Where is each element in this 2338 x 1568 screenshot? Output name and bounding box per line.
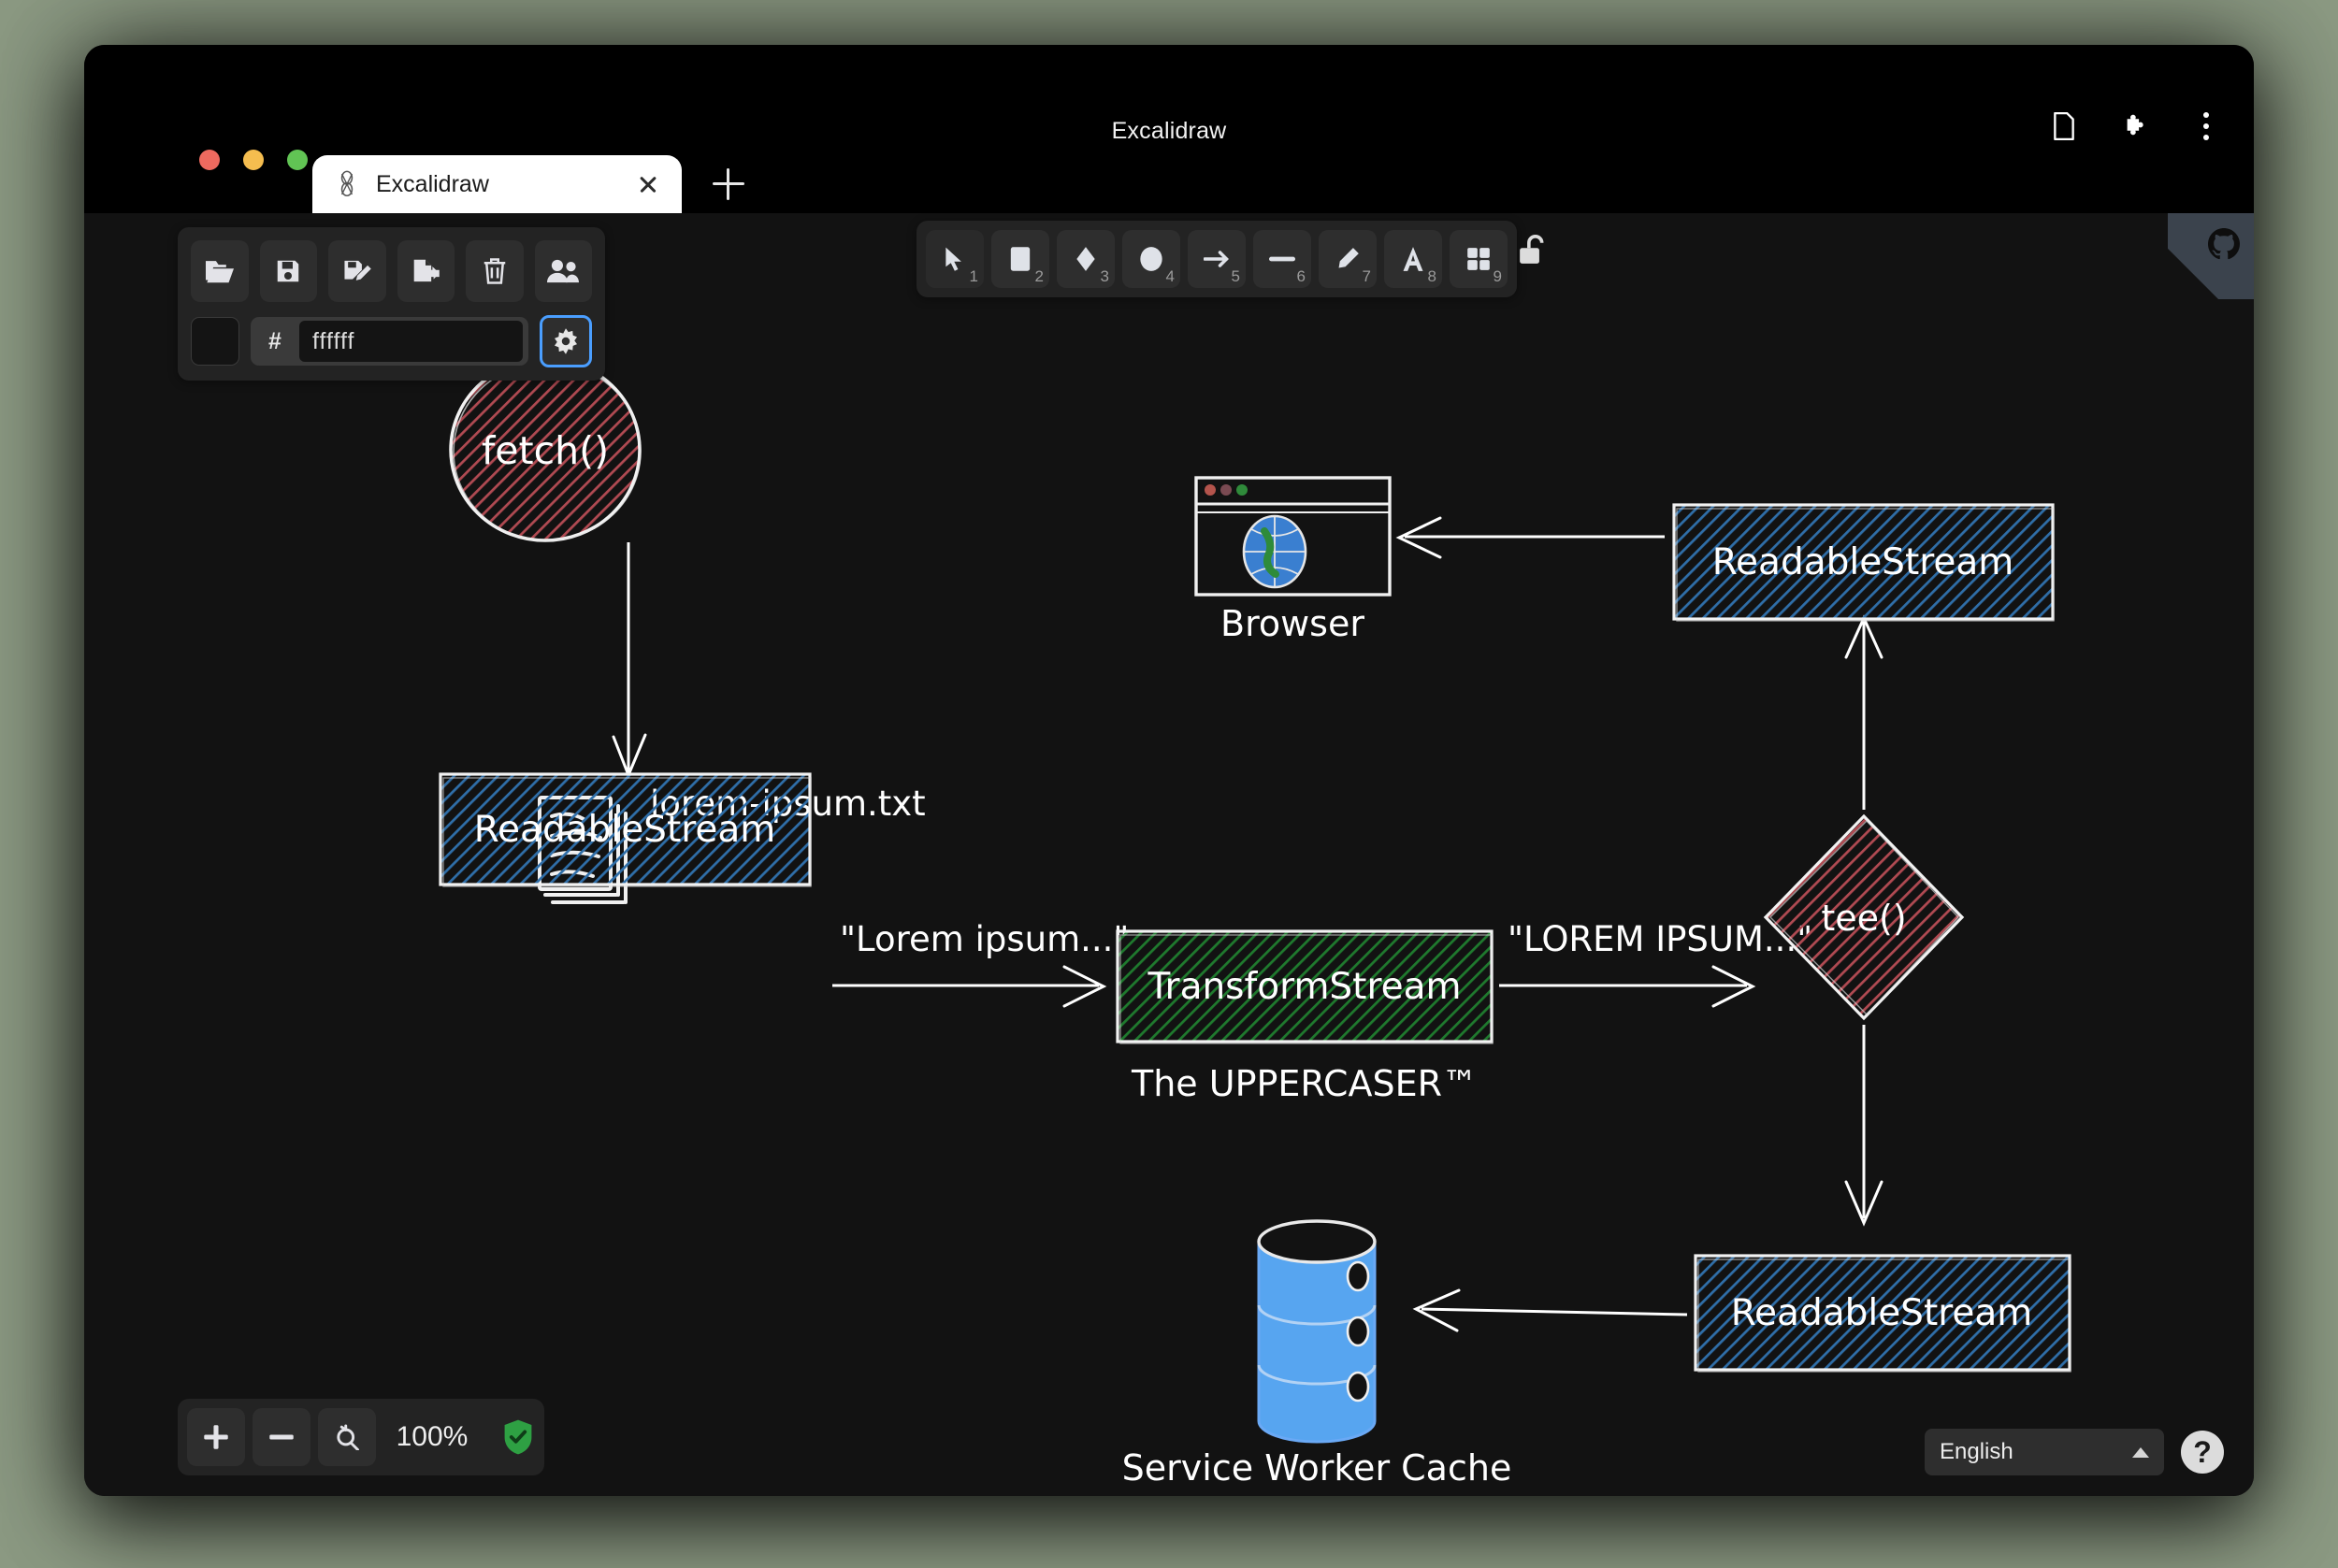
edge-rs-to-transform xyxy=(832,965,1107,1008)
node-label-tee: tee() xyxy=(1821,898,1906,939)
chevron-up-icon xyxy=(2132,1446,2149,1458)
tool-key-arrow: 5 xyxy=(1231,267,1240,285)
document-stack-icon xyxy=(538,796,628,904)
edge-fetch-to-readablestream xyxy=(612,542,647,780)
language-selector[interactable]: English xyxy=(1925,1429,2164,1475)
github-corner-ribbon[interactable] xyxy=(2168,213,2254,299)
tool-arrow[interactable]: 5 xyxy=(1188,230,1246,288)
caption-browser: Browser xyxy=(1220,603,1364,644)
window-titlebar: Excalidraw xyxy=(84,45,2254,170)
tool-key-rectangle: 2 xyxy=(1034,267,1044,285)
tool-text[interactable]: 8 xyxy=(1384,230,1442,288)
node-transformstream[interactable]: TransformStream xyxy=(1116,929,1494,1044)
reset-zoom-icon[interactable] xyxy=(318,1408,376,1466)
tool-key-draw: 7 xyxy=(1362,267,1371,285)
node-tee[interactable]: tee() xyxy=(1763,813,1965,1021)
tool-key-ellipse: 4 xyxy=(1165,267,1175,285)
browser-chrome-icons xyxy=(2050,112,2220,140)
tool-draw[interactable]: 7 xyxy=(1319,230,1377,288)
node-readablestream-left[interactable]: ReadableStream xyxy=(439,772,812,887)
zoom-in-button[interactable] xyxy=(187,1408,245,1466)
tool-library[interactable]: 9 xyxy=(1450,230,1508,288)
extensions-puzzle-icon[interactable] xyxy=(2121,112,2149,140)
tool-diamond[interactable]: 3 xyxy=(1057,230,1115,288)
browser-window: Excalidraw Excalidraw fetch() lorem-ipsu… xyxy=(84,45,2254,1496)
github-cat-icon xyxy=(2208,228,2240,260)
node-label-rs-top: ReadableStream xyxy=(1712,541,2014,583)
node-label-fetch: fetch() xyxy=(482,428,609,473)
export-button[interactable] xyxy=(397,240,455,302)
page-root: Excalidraw Excalidraw fetch() lorem-ipsu… xyxy=(0,0,2338,1568)
tool-key-library: 9 xyxy=(1493,267,1502,285)
kebab-menu-icon[interactable] xyxy=(2192,112,2220,140)
hex-input-wrapper[interactable]: # ffffff xyxy=(251,317,528,366)
window-title: Excalidraw xyxy=(1111,118,1227,144)
excalidraw-canvas[interactable]: fetch() lorem-ipsum.txt ReadableStream "… xyxy=(84,213,2254,1496)
canvas-background-row: # ffffff xyxy=(191,315,592,367)
tab-excalidraw[interactable]: Excalidraw xyxy=(312,155,682,213)
canvas-background-swatch[interactable] xyxy=(191,317,239,366)
tool-ellipse[interactable]: 4 xyxy=(1122,230,1180,288)
zoom-toolbar: 100% xyxy=(178,1399,544,1475)
tool-key-selection: 1 xyxy=(969,267,978,285)
tool-key-diamond: 3 xyxy=(1100,267,1109,285)
reset-canvas-button[interactable] xyxy=(466,240,524,302)
database-cylinder-icon xyxy=(1257,1219,1377,1444)
gear-icon[interactable] xyxy=(540,315,592,367)
edge-rs-top-to-browser xyxy=(1395,516,1665,559)
padlock-open-icon[interactable] xyxy=(1510,228,1555,273)
save-as-button[interactable] xyxy=(328,240,386,302)
node-fetch[interactable]: fetch() xyxy=(449,357,642,542)
diagram-drawing: fetch() lorem-ipsum.txt ReadableStream "… xyxy=(439,357,2071,1489)
edge-label-file: lorem-ipsum.txt xyxy=(650,784,926,824)
node-label-rs-bottom: ReadableStream xyxy=(1731,1292,2033,1334)
edge-tee-to-rs-bottom xyxy=(1844,1025,1883,1227)
edge-rs-bottom-to-cache xyxy=(1412,1288,1688,1332)
new-tab-button[interactable] xyxy=(713,168,744,200)
browser-window-icon xyxy=(1194,476,1392,597)
tab-strip: Excalidraw xyxy=(84,155,2254,213)
file-toolbar-row xyxy=(191,240,592,302)
node-label-transform: TransformStream xyxy=(1147,966,1461,1008)
caption-cache: Service Worker Cache xyxy=(1122,1447,1512,1489)
live-collaboration-button[interactable] xyxy=(534,240,592,302)
edge-transform-to-tee xyxy=(1499,965,1756,1008)
page-icon[interactable] xyxy=(2050,112,2078,140)
tool-key-line: 6 xyxy=(1296,267,1306,285)
caption-uppercaser: The UPPERCASER™ xyxy=(1131,1063,1478,1104)
hex-value-input[interactable]: ffffff xyxy=(299,321,523,362)
tab-title: Excalidraw xyxy=(376,170,489,197)
hex-prefix-label: # xyxy=(268,327,281,354)
help-button[interactable]: ? xyxy=(2181,1431,2224,1474)
tool-key-text: 8 xyxy=(1427,267,1436,285)
edge-label-upper: "LOREM IPSUM..." xyxy=(1508,919,1812,959)
tool-selection[interactable]: 1 xyxy=(926,230,984,288)
tool-line[interactable]: 6 xyxy=(1253,230,1311,288)
node-readablestream-top[interactable]: ReadableStream xyxy=(1672,503,2055,622)
footer-controls: English ? xyxy=(1925,1429,2224,1475)
node-label-rs-left: ReadableStream xyxy=(474,809,776,851)
open-button[interactable] xyxy=(191,240,249,302)
close-tab-icon[interactable] xyxy=(635,171,661,197)
top-left-toolbar-island: # ffffff xyxy=(178,227,605,381)
shield-check-icon xyxy=(501,1418,535,1456)
zoom-value[interactable]: 100% xyxy=(383,1421,481,1453)
zoom-out-button[interactable] xyxy=(253,1408,310,1466)
edge-label-lower: "Lorem ipsum..." xyxy=(840,919,1129,959)
node-readablestream-bottom[interactable]: ReadableStream xyxy=(1694,1254,2071,1373)
language-label: English xyxy=(1940,1439,2013,1464)
tool-rectangle[interactable]: 2 xyxy=(991,230,1049,288)
save-button[interactable] xyxy=(259,240,317,302)
tool-palette: 1 2 3 4 5 6 7 8 9 xyxy=(916,221,1517,297)
edge-tee-to-rs-top xyxy=(1844,614,1883,810)
excalidraw-favicon xyxy=(337,170,357,198)
